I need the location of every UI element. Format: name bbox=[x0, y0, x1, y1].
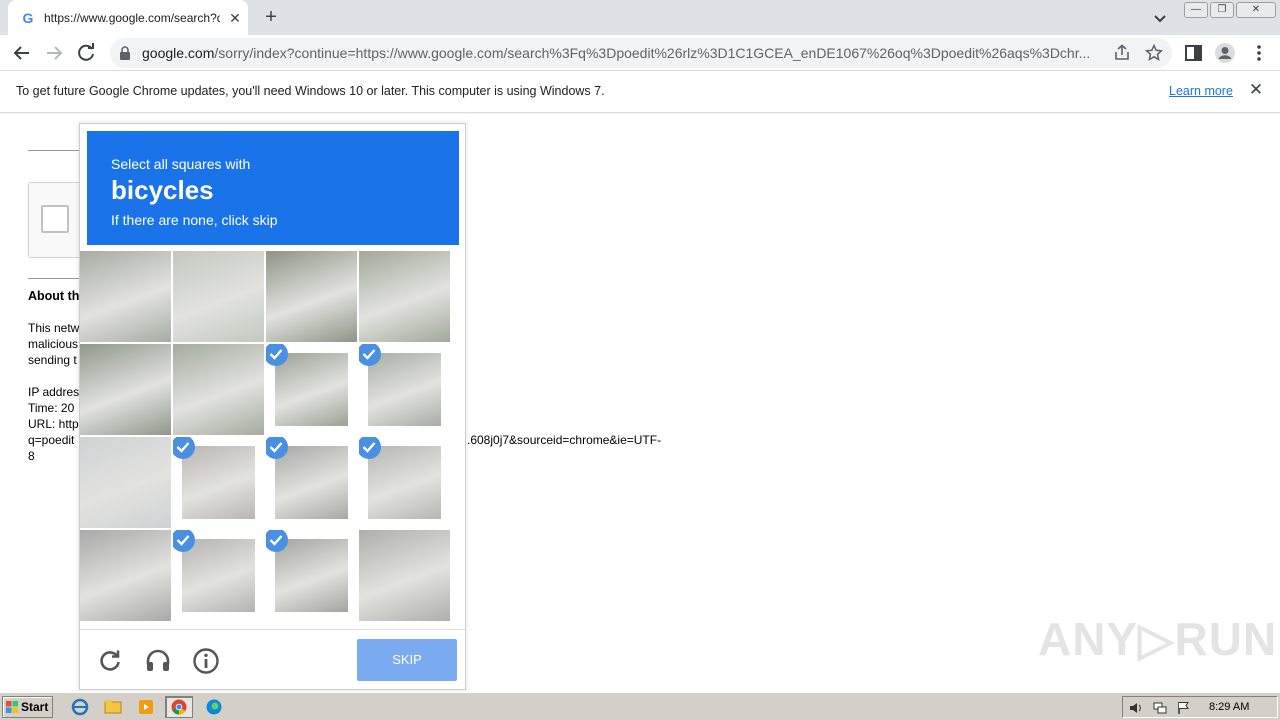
about-heading: About th bbox=[28, 289, 80, 303]
tile-image bbox=[275, 353, 348, 426]
internet-explorer-icon[interactable] bbox=[66, 696, 94, 718]
clock: 8:29 AM bbox=[1209, 701, 1250, 713]
system-tray: 8:29 AM bbox=[1122, 696, 1278, 718]
start-button[interactable]: Start bbox=[2, 696, 53, 718]
captcha-tile[interactable] bbox=[173, 251, 264, 342]
update-infobar: To get future Google Chrome updates, you… bbox=[0, 71, 1280, 113]
media-player-icon[interactable] bbox=[132, 696, 160, 718]
url-line: URL: http bbox=[28, 417, 79, 431]
tile-grid bbox=[80, 251, 452, 623]
captcha-tile[interactable] bbox=[80, 344, 171, 435]
tile-image bbox=[80, 251, 171, 342]
para-line: malicious bbox=[28, 337, 79, 351]
tile-image bbox=[368, 446, 441, 519]
action-center-flag-icon[interactable] bbox=[1176, 700, 1192, 716]
prompt-hint: If there are none, click skip bbox=[111, 212, 278, 228]
restore-button[interactable]: ❐ bbox=[1210, 2, 1234, 18]
url-host: google.com bbox=[142, 45, 215, 61]
challenge-header: Select all squares with bicycles If ther… bbox=[87, 131, 459, 245]
tab-close-icon[interactable]: ✕ bbox=[226, 9, 244, 27]
edge-icon[interactable] bbox=[200, 696, 228, 718]
reload-icon[interactable] bbox=[96, 647, 124, 675]
captcha-tile[interactable] bbox=[359, 437, 450, 528]
tab-title: https://www.google.com/search?q= bbox=[44, 10, 220, 25]
tile-image bbox=[80, 530, 171, 621]
captcha-tile[interactable] bbox=[266, 530, 357, 621]
taskbar: Start 8:29 AM bbox=[0, 692, 1280, 720]
volume-icon[interactable] bbox=[1128, 700, 1144, 716]
captcha-tile[interactable] bbox=[359, 251, 450, 342]
info-icon[interactable] bbox=[192, 647, 220, 675]
audio-icon[interactable] bbox=[144, 647, 172, 675]
profile-avatar-icon[interactable] bbox=[1214, 42, 1236, 64]
prompt-target: bicycles bbox=[111, 175, 214, 205]
minimize-button[interactable]: — bbox=[1184, 2, 1208, 18]
chrome-icon bbox=[171, 699, 187, 715]
captcha-tile[interactable] bbox=[266, 251, 357, 342]
tile-image bbox=[173, 251, 264, 342]
tile-image bbox=[275, 446, 348, 519]
start-label: Start bbox=[21, 700, 49, 714]
skip-button[interactable]: SKIP bbox=[357, 639, 457, 681]
recaptcha-challenge: Select all squares with bicycles If ther… bbox=[79, 123, 466, 690]
lock-icon[interactable] bbox=[119, 46, 131, 60]
para-line: sending t bbox=[28, 353, 77, 367]
url-text[interactable]: google.com/sorry/index?continue=https://… bbox=[142, 45, 1107, 61]
chrome-taskbar-button[interactable] bbox=[165, 696, 193, 718]
tab-strip: G https://www.google.com/search?q= ✕ + —… bbox=[0, 0, 1280, 35]
tile-image bbox=[275, 539, 348, 612]
browser-tab[interactable]: G https://www.google.com/search?q= ✕ bbox=[8, 0, 248, 35]
time-line: Time: 20 bbox=[28, 401, 75, 415]
screen: G https://www.google.com/search?q= ✕ + —… bbox=[0, 0, 1280, 720]
captcha-tile[interactable] bbox=[173, 437, 264, 528]
google-favicon-icon: G bbox=[22, 9, 34, 26]
browser-toolbar: google.com/sorry/index?continue=https://… bbox=[0, 35, 1280, 71]
reload-page-icon[interactable] bbox=[74, 41, 98, 65]
prompt-line: Select all squares with bbox=[111, 156, 251, 172]
ip-line: IP addres bbox=[28, 385, 80, 399]
captcha-tile[interactable] bbox=[173, 344, 264, 435]
tile-image bbox=[182, 539, 255, 612]
tab-search-chevron-icon[interactable] bbox=[1150, 8, 1170, 28]
anyrun-watermark: ANY▷RUN bbox=[1038, 613, 1278, 665]
address-bar[interactable]: google.com/sorry/index?continue=https://… bbox=[110, 38, 1172, 68]
tile-image bbox=[182, 446, 255, 519]
network-icon[interactable] bbox=[1152, 700, 1168, 716]
bookmark-star-icon[interactable] bbox=[1145, 44, 1163, 62]
recaptcha-checkbox[interactable] bbox=[41, 205, 69, 233]
para-line: This netw bbox=[28, 321, 80, 335]
challenge-footer: SKIP bbox=[80, 629, 465, 689]
file-explorer-icon[interactable] bbox=[99, 696, 127, 718]
forward-icon[interactable] bbox=[42, 41, 66, 65]
tile-image bbox=[359, 530, 450, 621]
tile-image bbox=[266, 251, 357, 342]
back-icon[interactable] bbox=[10, 41, 34, 65]
infobar-close-icon[interactable]: ✕ bbox=[1248, 81, 1264, 98]
side-panel-icon[interactable] bbox=[1183, 42, 1205, 64]
captcha-tile[interactable] bbox=[173, 530, 264, 621]
learn-more-link[interactable]: Learn more bbox=[1169, 84, 1233, 98]
new-tab-button[interactable]: + bbox=[259, 6, 283, 30]
url-line-3: 8 bbox=[28, 449, 35, 463]
close-window-button[interactable]: ✕ bbox=[1236, 2, 1276, 18]
tile-image bbox=[359, 251, 450, 342]
infobar-message: To get future Google Chrome updates, you… bbox=[16, 84, 605, 98]
windows-logo-icon bbox=[6, 701, 18, 713]
url-tail: .608j0j7&sourceid=chrome&ie=UTF- bbox=[467, 433, 662, 447]
captcha-tile[interactable] bbox=[359, 344, 450, 435]
captcha-tile[interactable] bbox=[266, 437, 357, 528]
menu-dots-icon[interactable] bbox=[1248, 42, 1270, 64]
captcha-tile[interactable] bbox=[80, 530, 171, 621]
captcha-tile[interactable] bbox=[266, 344, 357, 435]
tile-image bbox=[80, 437, 171, 528]
captcha-tile[interactable] bbox=[359, 530, 450, 621]
captcha-tile[interactable] bbox=[80, 251, 171, 342]
tile-image bbox=[80, 344, 171, 435]
url-line-2: q=poedit bbox=[28, 433, 75, 447]
url-path: /sorry/index?continue=https://www.google… bbox=[214, 45, 1091, 61]
tile-image bbox=[368, 353, 441, 426]
share-icon[interactable] bbox=[1113, 44, 1131, 62]
captcha-tile[interactable] bbox=[80, 437, 171, 528]
tile-image bbox=[173, 344, 264, 435]
